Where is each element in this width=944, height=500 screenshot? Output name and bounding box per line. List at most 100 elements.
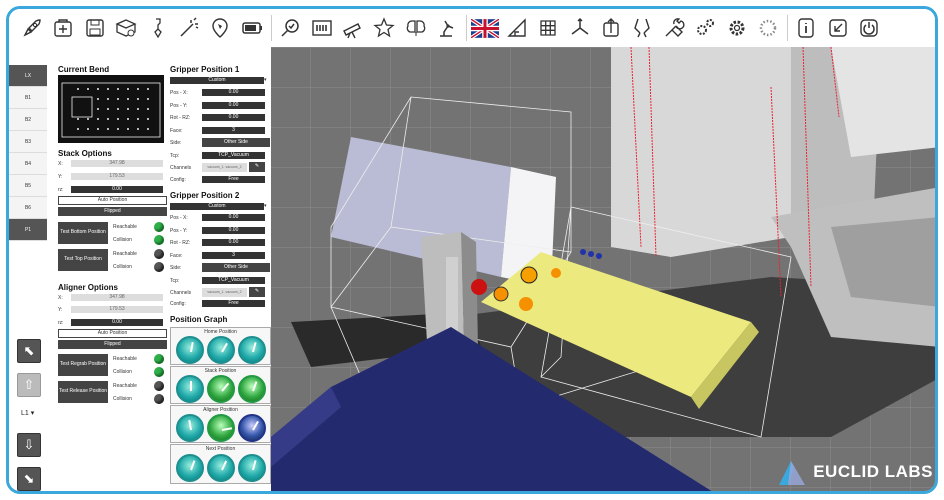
telescope-icon[interactable] xyxy=(338,13,368,43)
stack-position-group: Stack Position xyxy=(170,366,271,404)
aligner-flipped-button[interactable]: Flipped xyxy=(58,340,167,349)
magic-wand-icon[interactable] xyxy=(174,13,204,43)
film-icon[interactable] xyxy=(307,13,337,43)
tool-icon[interactable] xyxy=(143,13,173,43)
g1-edit-channels-icon[interactable]: ✎ xyxy=(249,162,265,172)
g1-side-button[interactable]: Other Side xyxy=(202,138,270,147)
info-icon[interactable] xyxy=(791,13,821,43)
g2-pos-y-field[interactable]: 0.00 xyxy=(202,227,265,234)
g1-face-field[interactable]: 3 xyxy=(202,127,265,134)
g1-channels-field[interactable]: vacuum_1, vacuum_2 xyxy=(202,163,247,172)
axis-icon[interactable] xyxy=(565,13,595,43)
level-select[interactable]: L1 ▾ xyxy=(21,409,34,417)
g2-pos-x-field[interactable]: 0.00 xyxy=(202,214,265,221)
new-file-icon[interactable] xyxy=(48,13,78,43)
g2-tcp-select[interactable]: TCP_Vacuum xyxy=(202,277,265,284)
tab-b6[interactable]: B6 xyxy=(9,197,47,219)
tab-b1[interactable]: B1 xyxy=(9,87,47,109)
tab-b2[interactable]: B2 xyxy=(9,109,47,131)
battery-icon[interactable] xyxy=(237,13,267,43)
aligner-x-label: X: xyxy=(58,295,63,301)
g2-pos-x-label: Pos - X: xyxy=(170,215,188,221)
gears-icon[interactable] xyxy=(690,13,720,43)
g1-tcp-select[interactable]: TCP_Vacuum xyxy=(202,152,265,159)
aligner-y-field[interactable]: 179.53 xyxy=(71,306,163,313)
settings-icon[interactable] xyxy=(111,13,141,43)
stack-x-label: X: xyxy=(58,161,63,167)
arrow-downright-button[interactable]: ⬊ xyxy=(17,467,41,491)
tools-icon[interactable] xyxy=(659,13,689,43)
tab-b4[interactable]: B4 xyxy=(9,153,47,175)
save-icon[interactable] xyxy=(80,13,110,43)
regrab-collision-label: Collision xyxy=(113,369,132,375)
arrow-down-button[interactable]: ⇩ xyxy=(17,433,41,457)
test-bottom-position-button[interactable]: Test Bottom Position xyxy=(58,222,108,244)
g2-side-button[interactable]: Other Side xyxy=(202,263,270,272)
uk-flag-icon[interactable] xyxy=(470,13,500,43)
collapse-icon[interactable] xyxy=(823,13,853,43)
g1-channels-label: Channels xyxy=(170,165,192,171)
g2-config-select[interactable]: Free xyxy=(202,300,265,307)
gripper1-title: Gripper Position 1 xyxy=(170,65,240,74)
left-panel: LX B1 B2 B3 B4 B5 B6 P1 ⬉ ⇧ L1 ▾ ⇩ ⬊ Cur… xyxy=(9,47,271,491)
g2-channels-field[interactable]: vacuum_1, vacuum_2 xyxy=(202,288,247,297)
aligner-rz-field[interactable]: 0.00 xyxy=(71,319,163,326)
chevron-down-icon[interactable]: ▾ xyxy=(264,203,267,209)
zoom-icon[interactable] xyxy=(275,13,305,43)
stack-flipped-button[interactable]: Flipped xyxy=(58,207,167,216)
aligner-x-field[interactable]: 347.98 xyxy=(71,294,163,301)
g1-pos-y-label: Pos - Y: xyxy=(170,103,188,109)
aligner-y-label: Y: xyxy=(58,307,63,313)
robot-arm-icon[interactable] xyxy=(432,13,462,43)
rocket-icon[interactable] xyxy=(17,13,47,43)
test-top-position-button[interactable]: Test Top Position xyxy=(58,249,108,271)
gripper-icon[interactable] xyxy=(627,13,657,43)
level-value: L1 xyxy=(21,410,29,417)
stack-top-reachable-indicator xyxy=(154,249,164,259)
g2-edit-channels-icon[interactable]: ✎ xyxy=(249,287,265,297)
gripper2-mode-select[interactable]: Custom xyxy=(170,203,264,210)
app-window: EUCLID LABS LX B1 B2 B3 B4 B5 B6 P1 ⬉ ⇧ … xyxy=(6,6,938,494)
tab-b3[interactable]: B3 xyxy=(9,131,47,153)
stack-auto-position-button[interactable]: Auto Position xyxy=(58,196,167,205)
gripper1-mode-select[interactable]: Custom xyxy=(170,77,264,84)
home-gauge-3 xyxy=(238,336,266,364)
g1-pos-y-field[interactable]: 0.00 xyxy=(202,102,265,109)
tab-b5[interactable]: B5 xyxy=(9,175,47,197)
brain-icon[interactable] xyxy=(401,13,431,43)
next-gauge-3 xyxy=(238,454,266,482)
g2-rot-field[interactable]: 0.00 xyxy=(202,239,265,246)
tab-lx[interactable]: LX xyxy=(9,65,47,87)
home-position-label: Home Position xyxy=(204,329,237,335)
arrow-up-button: ⇧ xyxy=(17,373,41,397)
grid-icon[interactable] xyxy=(533,13,563,43)
power-icon[interactable] xyxy=(854,13,884,43)
stack-x-field[interactable]: 347.98 xyxy=(71,160,163,167)
brand-name: EUCLID LABS xyxy=(813,462,933,481)
chevron-down-icon[interactable]: ▾ xyxy=(264,77,267,83)
aligner-auto-position-button[interactable]: Auto Position xyxy=(58,329,167,338)
toolbar-divider xyxy=(271,15,273,41)
triangle-icon[interactable] xyxy=(502,13,532,43)
g1-pos-x-field[interactable]: 0.00 xyxy=(202,89,265,96)
tab-p1[interactable]: P1 xyxy=(9,219,47,241)
arrow-upleft-button[interactable]: ⬉ xyxy=(17,339,41,363)
stack-rz-field[interactable]: 0.00 xyxy=(71,186,163,193)
next-gauge-2 xyxy=(207,454,235,482)
stack-top-collision-indicator xyxy=(154,262,164,272)
test-regrab-position-button[interactable]: Test Regrab Position xyxy=(58,354,108,376)
toolbar-divider xyxy=(466,15,468,41)
regrab-reachable-indicator xyxy=(154,354,164,364)
compass-icon[interactable] xyxy=(205,13,235,43)
gear-icon[interactable] xyxy=(722,13,752,43)
g2-face-field[interactable]: 3 xyxy=(202,252,265,259)
star-gear-icon[interactable] xyxy=(369,13,399,43)
export-icon[interactable] xyxy=(596,13,626,43)
g2-tcp-label: Tcp: xyxy=(170,278,180,284)
3d-viewport[interactable]: EUCLID LABS xyxy=(271,47,935,491)
test-release-position-button[interactable]: Test Release Position xyxy=(58,381,108,403)
g2-rot-label: Rot - RZ: xyxy=(170,240,191,246)
stack-y-field[interactable]: 179.53 xyxy=(71,173,163,180)
g1-config-select[interactable]: Free xyxy=(202,176,265,183)
g1-rot-field[interactable]: 0.00 xyxy=(202,114,265,121)
